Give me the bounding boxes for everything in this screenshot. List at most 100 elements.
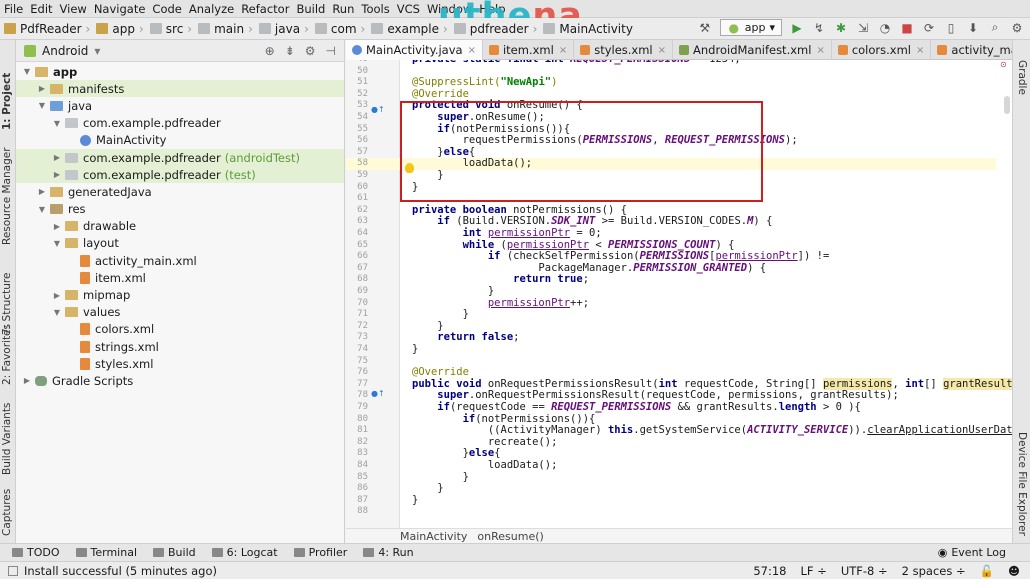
breadcrumb-item[interactable]: pdfreader › [453, 22, 542, 36]
menu-edit[interactable]: Edit [30, 2, 52, 16]
tree-item[interactable]: colors.xml [16, 321, 344, 338]
tree-item[interactable]: MainActivity [16, 132, 344, 149]
tool-gradle[interactable]: Gradle [1016, 60, 1028, 95]
run-icon[interactable]: ▶ [790, 21, 804, 35]
menu-code[interactable]: Code [152, 2, 181, 16]
tool-resource-manager[interactable]: Resource Manager [1, 147, 13, 245]
editor-scrollbar[interactable] [1004, 96, 1010, 114]
tool-favorites[interactable]: 2: Favorites [1, 324, 13, 385]
breadcrumb-item[interactable]: src › [149, 22, 196, 36]
expanded-arrow-icon[interactable]: ▼ [52, 119, 62, 128]
menu-run[interactable]: Run [332, 2, 354, 16]
editor-tab[interactable]: MainActivity.java × [346, 40, 483, 60]
lock-icon[interactable]: 🔓 [980, 564, 994, 578]
profile-icon[interactable]: ◔ [878, 21, 892, 35]
menu-file[interactable]: File [4, 2, 23, 16]
collapsed-arrow-icon[interactable]: ▶ [22, 376, 32, 385]
run-config-select[interactable]: ● app ▾ [719, 19, 782, 36]
sync-icon[interactable]: ⟳ [922, 21, 936, 35]
expanded-arrow-icon[interactable]: ▼ [37, 101, 47, 110]
tree-item[interactable]: ▶ generatedJava [16, 183, 344, 200]
editor-tab[interactable]: styles.xml × [574, 40, 674, 60]
file-encoding[interactable]: UTF-8 ÷ [841, 564, 888, 578]
expanded-arrow-icon[interactable]: ▼ [52, 308, 62, 317]
breadcrumb-item[interactable]: PdfReader › [4, 22, 94, 36]
lightbulb-icon[interactable] [405, 163, 414, 173]
project-view-select[interactable]: Android ▾ ⊕ ⇟ ⚙ ⊣ [16, 40, 344, 62]
breadcrumb-item[interactable]: example › [371, 22, 451, 36]
close-icon[interactable]: × [559, 45, 567, 56]
close-icon[interactable]: × [916, 45, 924, 56]
code-line[interactable]: 69 } [346, 285, 996, 298]
breadcrumb-item[interactable]: app › [96, 22, 147, 36]
line-separator[interactable]: LF ÷ [801, 564, 827, 578]
collapsed-arrow-icon[interactable]: ▶ [37, 84, 47, 93]
tree-item[interactable]: item.xml [16, 269, 344, 286]
tree-item[interactable]: ▼ com.example.pdfreader [16, 115, 344, 132]
tool-window-profiler[interactable]: Profiler [293, 546, 347, 559]
tool-build-variants[interactable]: Build Variants [1, 403, 13, 475]
menu-navigate[interactable]: Navigate [94, 2, 146, 16]
close-icon[interactable]: × [658, 45, 666, 56]
code-editor[interactable]: 49private static final int REQUEST_PERMI… [346, 60, 1012, 528]
expanded-arrow-icon[interactable]: ▼ [37, 205, 47, 214]
breadcrumb-item[interactable]: MainActivity [543, 22, 633, 36]
stop-icon[interactable]: ■ [900, 21, 914, 35]
breadcrumb-item[interactable]: main › [198, 22, 257, 36]
attach-icon[interactable]: ⇲ [856, 21, 870, 35]
collapsed-arrow-icon[interactable]: ▶ [52, 222, 62, 231]
debug-icon[interactable]: ✱ [834, 21, 848, 35]
code-line[interactable]: 59 } [346, 169, 996, 182]
tree-item[interactable]: ▶ drawable [16, 218, 344, 235]
caret-position[interactable]: 57:18 [753, 564, 786, 578]
sdk-manager-icon[interactable]: ⬇ [966, 21, 980, 35]
close-icon[interactable]: × [816, 45, 824, 56]
collapsed-arrow-icon[interactable]: ▶ [37, 187, 47, 196]
tool-captures[interactable]: Captures [1, 489, 13, 536]
code-line[interactable]: 60} [346, 181, 996, 194]
tree-item[interactable]: ▶ com.example.pdfreader (test) [16, 166, 344, 184]
tree-item[interactable]: activity_main.xml [16, 252, 344, 269]
expanded-arrow-icon[interactable]: ▼ [52, 239, 62, 248]
status-message[interactable]: Install successful (5 minutes ago) [24, 564, 217, 578]
code-line[interactable]: 87} [346, 494, 996, 507]
code-line[interactable]: 73 return false; [346, 332, 996, 344]
hammer-icon[interactable]: ⚒ [698, 21, 712, 35]
locate-icon[interactable]: ⊕ [265, 44, 275, 58]
tool-window-4-run[interactable]: 4: Run [363, 546, 414, 559]
event-log-button[interactable]: ◉ Event Log [938, 546, 1006, 559]
tool-window-build[interactable]: Build [153, 546, 196, 559]
tree-item[interactable]: ▼ layout [16, 235, 344, 252]
expanded-arrow-icon[interactable]: ▼ [22, 67, 32, 76]
menu-build[interactable]: Build [296, 2, 325, 16]
code-line[interactable]: 86 } [346, 483, 996, 495]
hide-icon[interactable]: ⊣ [326, 44, 336, 58]
crumb-class[interactable]: MainActivity [400, 530, 467, 543]
avd-manager-icon[interactable]: ▯ [944, 21, 958, 35]
collapse-icon[interactable]: ⇟ [285, 44, 295, 58]
settings-icon[interactable]: ⚙ [1010, 21, 1024, 35]
tool-window-6-logcat[interactable]: 6: Logcat [211, 546, 278, 559]
code-line[interactable]: 88 [346, 506, 996, 518]
tree-item[interactable]: ▶ mipmap [16, 286, 344, 303]
override-marker-icon[interactable]: ●↑ [371, 389, 385, 398]
code-line[interactable]: 74} [346, 343, 996, 356]
collapsed-arrow-icon[interactable]: ▶ [52, 291, 62, 300]
menu-view[interactable]: View [60, 2, 87, 16]
tree-item[interactable]: ▶ Gradle Scripts [16, 372, 344, 389]
editor-tab[interactable]: item.xml × [483, 40, 575, 60]
tool-window-terminal[interactable]: Terminal [75, 546, 137, 559]
tree-item[interactable]: ▶ manifests [16, 80, 344, 98]
menu-analyze[interactable]: Analyze [189, 2, 234, 16]
tree-item[interactable]: ▼ app [16, 63, 344, 80]
breadcrumb-item[interactable]: java › [258, 22, 313, 36]
inspector-icon[interactable]: ☻ [1008, 564, 1020, 578]
tree-item[interactable]: ▼ java [16, 97, 344, 114]
tool-device-file-explorer[interactable]: Device File Explorer [1016, 432, 1028, 536]
code-line[interactable]: 84 loadData(); [346, 459, 996, 472]
crumb-method[interactable]: onResume() [477, 530, 543, 543]
tree-item[interactable]: ▼ values [16, 304, 344, 321]
gear-icon[interactable]: ⚙ [305, 44, 316, 58]
menu-tools[interactable]: Tools [361, 2, 389, 16]
apply-changes-icon[interactable]: ↯ [812, 21, 826, 35]
